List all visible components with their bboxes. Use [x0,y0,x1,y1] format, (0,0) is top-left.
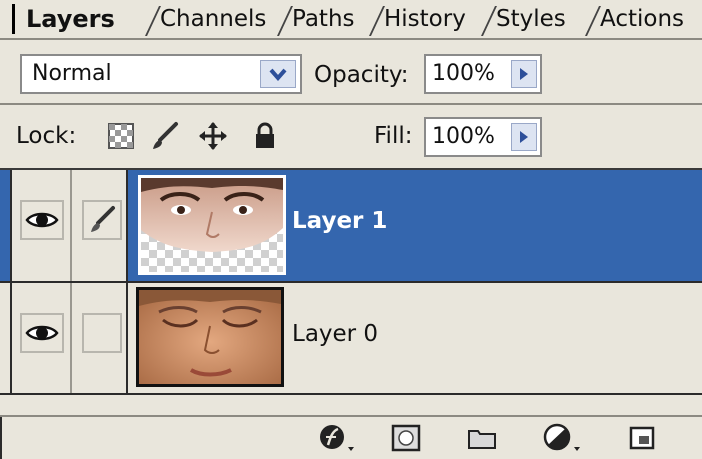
layer-thumbnail[interactable] [136,287,284,387]
opacity-value: 100% [432,61,495,86]
layer-visibility-cell[interactable] [10,170,72,281]
eye-icon[interactable] [20,313,64,353]
lock-all-icon[interactable] [250,121,280,151]
layer-0-thumbnail-image [139,290,281,384]
lock-fill-row: Lock: Fill: 100% [0,105,702,170]
tab-actions[interactable]: Actions [585,0,684,40]
blend-mode-value: Normal [32,61,112,86]
brush-icon[interactable] [82,200,122,240]
layer-style-icon[interactable] [318,423,358,453]
layers-list-empty-area [0,393,702,417]
tab-styles[interactable]: Styles [481,0,566,40]
layer-mask-icon[interactable] [386,423,426,453]
fill-input[interactable]: 100% [424,117,542,157]
layer-name[interactable]: Layer 1 [292,208,387,234]
layer-name[interactable]: Layer 0 [292,321,378,347]
chevron-right-icon[interactable] [511,60,537,88]
layer-visibility-cell[interactable] [10,283,72,393]
adjustment-layer-icon[interactable] [542,423,582,453]
chevron-down-icon[interactable] [260,60,296,88]
tab-channels[interactable]: Channels [145,0,266,40]
empty-link-box[interactable] [82,313,122,353]
layer-thumbnail[interactable] [138,175,286,275]
layer-link-cell[interactable] [72,170,128,281]
tab-bar: Layers Channels Paths History Styles Act… [0,0,702,40]
chevron-right-icon[interactable] [511,123,537,151]
eye-icon[interactable] [20,200,64,240]
lock-position-icon[interactable] [198,121,228,151]
layer-link-cell[interactable] [72,283,128,393]
blend-mode-select[interactable]: Normal [20,54,302,94]
lock-transparency-icon[interactable] [106,121,136,151]
fill-value: 100% [432,124,495,149]
layer-row-layer-1[interactable]: Layer 1 [0,170,702,283]
blend-opacity-row: Normal Opacity: 100% [0,40,702,105]
lock-pixels-icon[interactable] [150,121,180,151]
tab-bar-edge [12,4,15,34]
layers-panel: Layers Channels Paths History Styles Act… [0,0,702,459]
layer-row-layer-0[interactable]: Layer 0 [0,283,702,393]
layers-footer-toolbar [0,417,702,459]
lock-label: Lock: [16,123,77,149]
layer-1-thumbnail-image [141,178,283,272]
fill-label: Fill: [374,123,413,149]
new-group-icon[interactable] [462,423,502,453]
opacity-input[interactable]: 100% [424,54,542,94]
opacity-label: Opacity: [314,62,409,88]
tab-history[interactable]: History [369,0,466,40]
new-layer-icon[interactable] [622,423,662,453]
tab-paths[interactable]: Paths [277,0,355,40]
tab-layers[interactable]: Layers [26,0,115,40]
